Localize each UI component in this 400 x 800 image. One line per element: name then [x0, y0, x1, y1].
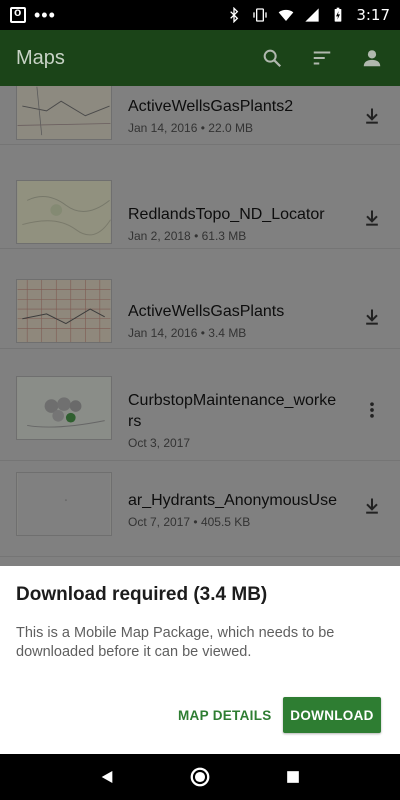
download-icon	[366, 210, 378, 226]
map-thumbnail	[16, 472, 112, 536]
map-date: Oct 3, 2017	[128, 436, 191, 450]
recents-button[interactable]	[281, 765, 305, 789]
map-details-button[interactable]: MAP DETAILS	[168, 697, 282, 733]
dialog-message: This is a Mobile Map Package, which need…	[16, 625, 335, 660]
more-vert-icon	[370, 402, 374, 418]
sort-icon	[313, 51, 331, 65]
map-size: 22.0 MB	[208, 121, 253, 135]
map-date: Jan 2, 2018	[128, 229, 191, 243]
download-icon	[366, 108, 378, 124]
back-button[interactable]	[95, 765, 119, 789]
map-thumbnail	[16, 86, 112, 140]
map-title: ActiveWellsGasPlants2	[128, 98, 294, 115]
map-title: CurbstopMaintenance_workers	[128, 392, 337, 430]
clock: 3:17	[356, 6, 390, 24]
map-thumbnail	[16, 279, 112, 343]
download-button[interactable]	[360, 206, 384, 230]
more-options-button[interactable]	[360, 398, 384, 422]
search-icon	[263, 49, 282, 68]
map-list: ActiveWellsGasPlants2 Jan 14, 2016 • 22.…	[0, 86, 400, 566]
map-size: 61.3 MB	[201, 229, 247, 243]
list-item[interactable]: ActiveWellsGasPlants2 Jan 14, 2016 • 22.…	[0, 86, 400, 158]
signal-icon	[305, 8, 319, 22]
map-title: ActiveWellsGasPlants	[128, 303, 285, 320]
account-icon	[363, 50, 381, 67]
download-dialog: Download required (3.4 MB) This is a Mob…	[0, 566, 400, 754]
more-notifications-icon: •••	[34, 5, 56, 25]
list-item[interactable]: CurbstopMaintenance_workers Oct 3, 2017	[0, 362, 400, 460]
list-item[interactable]: ar_Hydrants_AnonymousUse Oct 7, 2017 • 4…	[0, 460, 400, 558]
list-item[interactable]: ActiveWellsGasPlants Jan 14, 2016 • 3.4 …	[0, 263, 400, 361]
wifi-icon	[278, 9, 294, 21]
bluetooth-icon	[230, 7, 239, 23]
map-size: 3.4 MB	[208, 326, 247, 340]
back-icon	[101, 771, 112, 783]
map-date: Jan 14, 2016	[128, 326, 198, 340]
download-button[interactable]	[360, 494, 384, 518]
download-button[interactable]	[360, 305, 384, 329]
system-nav-bar	[0, 754, 400, 800]
sort-button[interactable]	[310, 46, 334, 70]
recents-icon	[287, 771, 300, 783]
download-icon	[366, 498, 378, 514]
search-button[interactable]	[260, 46, 284, 70]
home-button[interactable]	[188, 765, 212, 789]
download-icon	[366, 309, 378, 325]
map-title: ar_Hydrants_AnonymousUse	[128, 492, 337, 509]
app-bar: Maps	[0, 30, 400, 86]
map-date: Oct 7, 2017	[128, 515, 191, 529]
map-title: RedlandsTopo_ND_Locator	[128, 206, 325, 223]
status-bar: ••• 3:17	[0, 0, 400, 30]
outlook-icon	[10, 5, 26, 23]
map-date: Jan 14, 2016	[128, 121, 198, 135]
account-button[interactable]	[360, 46, 384, 70]
map-size: 405.5 KB	[200, 515, 251, 529]
page-title: Maps	[16, 46, 65, 69]
map-thumbnail	[16, 376, 112, 440]
download-button[interactable]: DOWNLOAD	[283, 697, 381, 733]
vibrate-icon	[253, 8, 267, 22]
dialog-title: Download required (3.4 MB)	[16, 584, 268, 605]
battery-charging-icon	[334, 7, 342, 22]
home-icon	[190, 767, 210, 787]
download-button[interactable]	[360, 104, 384, 128]
map-thumbnail	[16, 180, 112, 244]
